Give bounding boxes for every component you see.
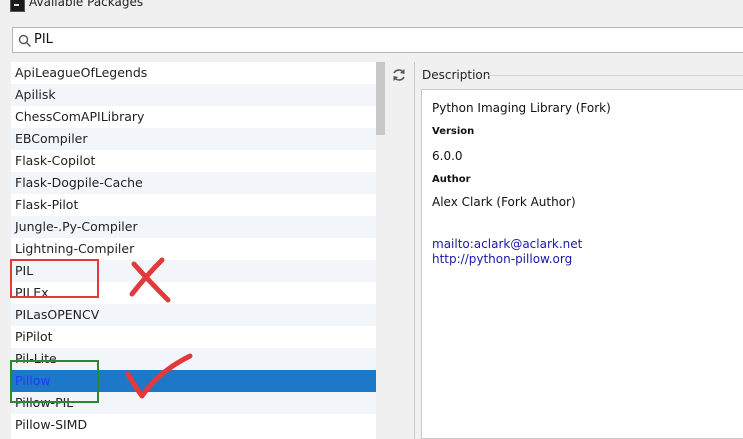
title-bar: Available Packages	[0, 0, 743, 18]
list-item[interactable]: ApiLeagueOfLegends	[11, 62, 386, 84]
search-value[interactable]: PIL	[34, 32, 53, 47]
app-icon	[10, 0, 25, 12]
wrong-choice-box	[10, 259, 99, 298]
list-item[interactable]: PILasOPENCV	[11, 304, 386, 326]
author-value: Alex Clark (Fork Author)	[432, 195, 576, 209]
list-item[interactable]: Flask-Copilot	[11, 150, 386, 172]
search-input[interactable]: PIL	[12, 27, 743, 53]
list-item[interactable]: Pillow-SIMD	[11, 414, 386, 436]
description-legend: Description	[422, 68, 491, 82]
scroll-thumb[interactable]	[376, 62, 385, 135]
list-item[interactable]: ChessComAPILibrary	[11, 106, 386, 128]
list-item[interactable]: Apilisk	[11, 84, 386, 106]
list-item[interactable]: Lightning-Compiler	[11, 238, 386, 260]
correct-choice-box	[10, 360, 99, 403]
version-label: Version	[432, 126, 475, 137]
list-item[interactable]: Flask-Dogpile-Cache	[11, 172, 386, 194]
panel-divider[interactable]	[414, 62, 415, 439]
homepage-link[interactable]: http://python-pillow.org	[432, 252, 572, 266]
version-value: 6.0.0	[432, 149, 463, 163]
window-title: Available Packages	[29, 0, 144, 9]
cross-mark-icon	[129, 257, 171, 303]
list-item[interactable]: PiPilot	[11, 326, 386, 348]
email-link[interactable]: mailto:aclark@aclark.net	[432, 237, 582, 251]
list-item[interactable]: Flask-Pilot	[11, 194, 386, 216]
search-icon	[18, 34, 31, 47]
list-item[interactable]: EBCompiler	[11, 128, 386, 150]
author-label: Author	[432, 174, 471, 185]
check-mark-icon	[125, 353, 193, 399]
legend-rule	[488, 75, 743, 76]
list-item[interactable]: Jungle-.Py-Compiler	[11, 216, 386, 238]
refresh-icon[interactable]	[389, 66, 409, 84]
package-summary: Python Imaging Library (Fork)	[432, 101, 611, 115]
